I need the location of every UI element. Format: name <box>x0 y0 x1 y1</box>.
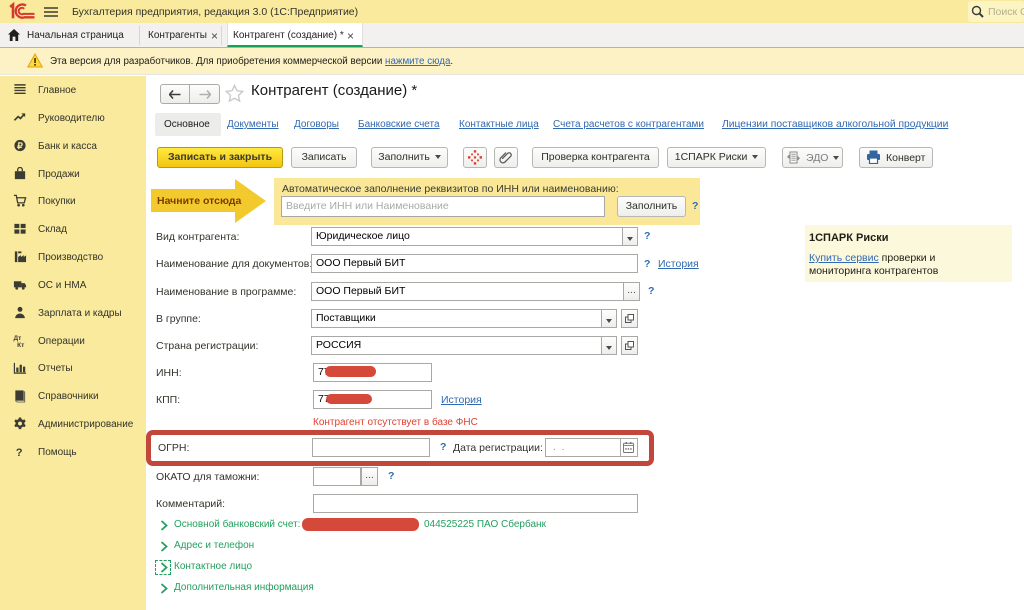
svg-text:Дт: Дт <box>13 335 22 342</box>
svg-text:₽: ₽ <box>17 141 23 151</box>
svg-text:?: ? <box>16 447 23 459</box>
svg-text:Кт: Кт <box>17 342 25 348</box>
